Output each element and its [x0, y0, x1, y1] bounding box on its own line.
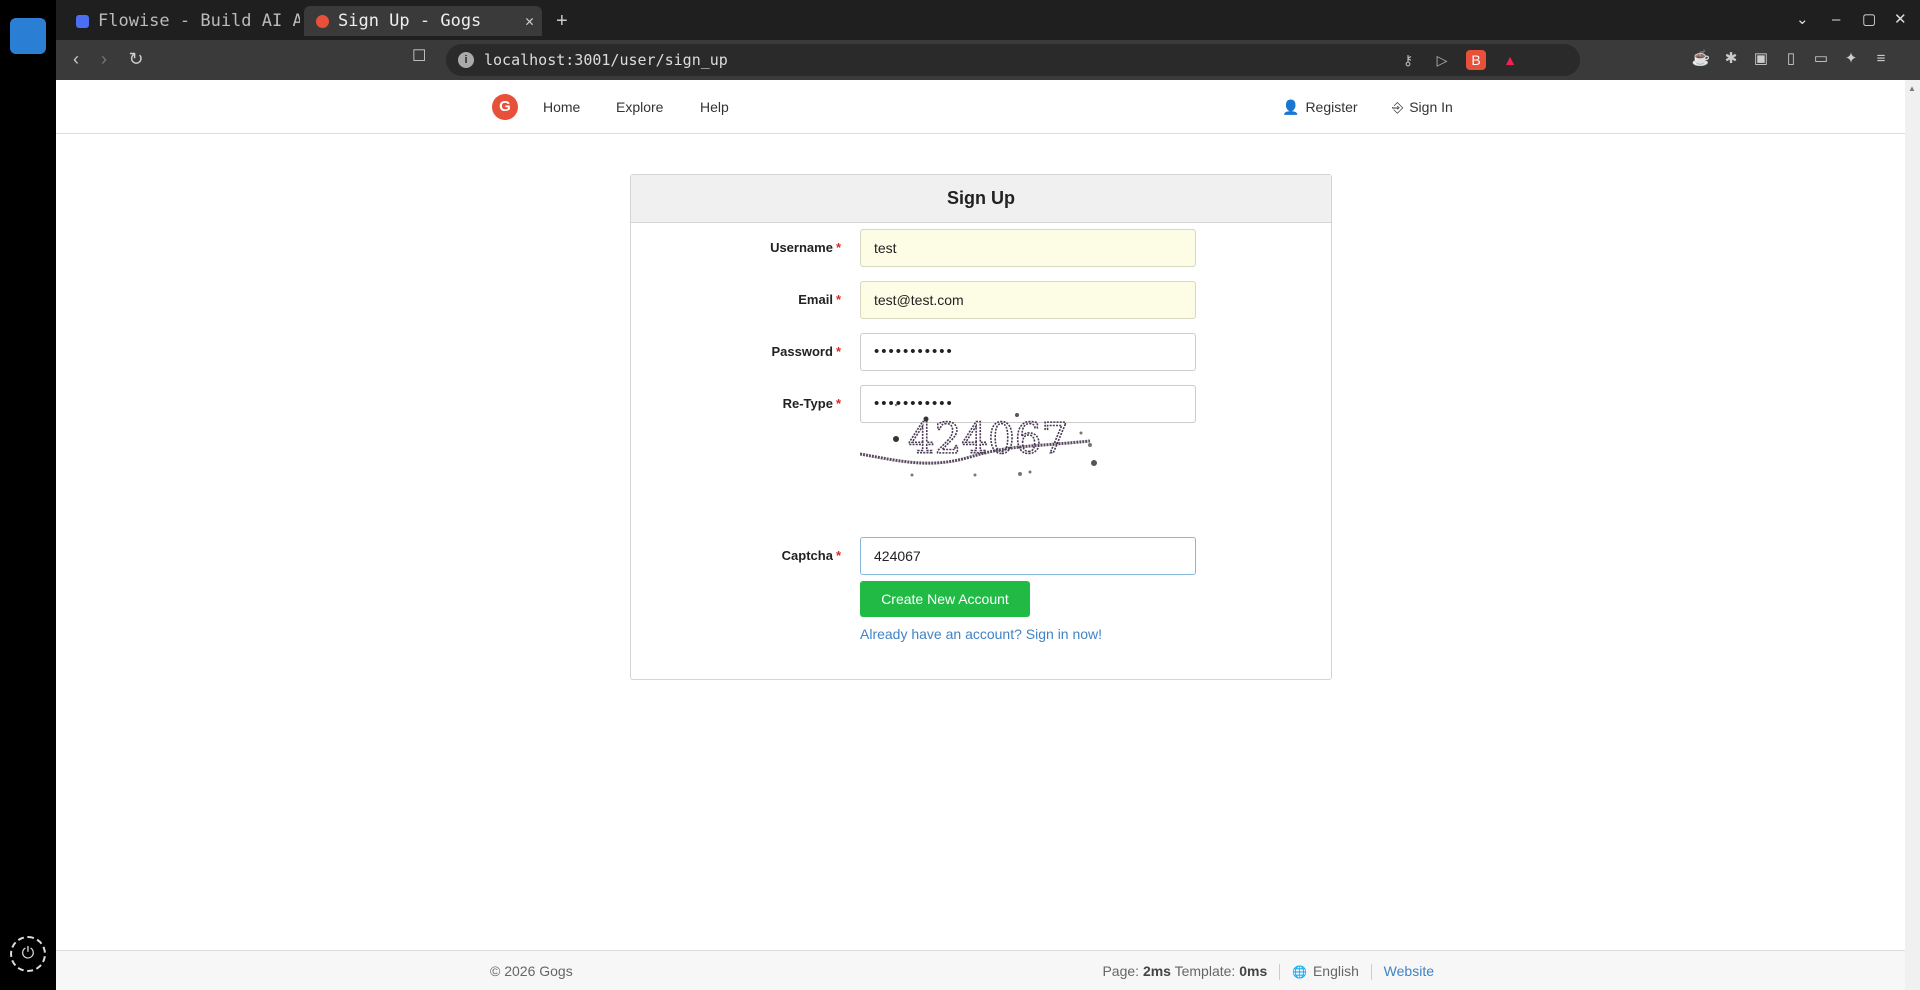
required-mark: * [835, 292, 841, 307]
tabs-menu-icon[interactable]: ⌄ [1796, 6, 1809, 34]
sign-in-label: Sign In [1409, 99, 1453, 115]
required-mark: * [835, 240, 841, 255]
nav-explore[interactable]: Explore [616, 80, 663, 134]
sidebar-icon[interactable]: ▯ [1780, 48, 1802, 70]
user-icon: 👤 [1282, 99, 1300, 115]
key-icon[interactable]: ⚷ [1398, 50, 1418, 70]
site-info-icon[interactable]: i [458, 52, 474, 68]
brave-shield-icon[interactable]: B [1466, 50, 1486, 70]
captcha-text: 424067 [908, 414, 1068, 463]
extensions-puzzle-icon[interactable]: ✱ [1720, 48, 1742, 70]
browser-tab-bar: Flowise - Build AI A Sign Up - Gogs ✕ + … [56, 0, 1920, 40]
required-mark: * [835, 344, 841, 359]
captcha-input[interactable]: 424067 [860, 537, 1196, 575]
required-mark: * [835, 396, 841, 411]
footer-stats: Page: 2ms Template: 0ms 🌐 English Website [1102, 963, 1434, 981]
tab-gogs-signup[interactable]: Sign Up - Gogs ✕ [304, 6, 542, 36]
reload-icon[interactable]: ↻ [122, 45, 150, 73]
template-time-label: Template: [1174, 963, 1236, 979]
minimize-icon[interactable]: – [1832, 6, 1840, 34]
website-link[interactable]: Website [1384, 963, 1434, 979]
forward-icon[interactable]: › [90, 45, 118, 73]
back-icon[interactable]: ‹ [62, 45, 90, 73]
sign-in-link[interactable]: ⎆ Sign In [1392, 80, 1453, 134]
site-header: G Home Explore Help 👤 Register ⎆ Sign In [56, 80, 1905, 134]
leo-ai-icon[interactable]: ✦ [1840, 48, 1862, 70]
address-bar[interactable]: i localhost:3001/user/sign_up ⚷ ▷ B ▲ [446, 44, 1580, 76]
copyright: © 2026 Gogs [490, 963, 573, 979]
url-text[interactable]: localhost:3001/user/sign_up [484, 44, 728, 76]
site-footer: © 2026 Gogs Page: 2ms Template: 0ms 🌐 Eng… [56, 950, 1905, 990]
sign-in-now-link[interactable]: Already have an account? Sign in now! [860, 626, 1102, 642]
register-label: Register [1305, 99, 1358, 115]
wallet-icon[interactable]: ▭ [1810, 48, 1832, 70]
create-account-button[interactable]: Create New Account [860, 581, 1030, 617]
form-title: Sign Up [631, 175, 1331, 223]
browser-toolbar: ‹ › ↻ ☐ i localhost:3001/user/sign_up ⚷ … [56, 40, 1920, 80]
screenshot-icon[interactable]: ▣ [1750, 48, 1772, 70]
email-label: Email * [798, 292, 841, 307]
maximize-icon[interactable]: ▢ [1862, 6, 1876, 34]
password-label: Password * [771, 344, 841, 359]
power-icon[interactable]: ⏻ [10, 936, 46, 972]
captcha-image[interactable]: 424067 [860, 399, 1100, 481]
desktop-dock: ⏻ [0, 0, 56, 990]
kali-dragon-icon[interactable] [10, 18, 46, 54]
tab-title: Sign Up - Gogs [338, 11, 482, 31]
gogs-logo-icon[interactable]: G [492, 94, 518, 120]
extension-cup-icon[interactable]: ☕ [1690, 48, 1712, 70]
divider [1279, 964, 1281, 981]
username-input[interactable]: test [860, 229, 1196, 267]
retype-label: Re-Type * [782, 396, 841, 411]
template-time-value: 0ms [1239, 963, 1268, 979]
nav-help[interactable]: Help [700, 80, 729, 134]
page-time-label: Page: [1102, 963, 1140, 979]
divider [1370, 964, 1372, 981]
gogs-favicon-icon [316, 15, 329, 28]
brave-rewards-icon[interactable]: ▲ [1500, 50, 1520, 70]
page-time-value: 2ms [1142, 963, 1171, 979]
send-icon[interactable]: ▷ [1432, 50, 1452, 70]
sign-in-icon: ⎆ [1392, 99, 1404, 115]
username-label: Username * [770, 240, 841, 255]
page-content: G Home Explore Help 👤 Register ⎆ Sign In S… [56, 80, 1905, 990]
email-input[interactable]: test@test.com [860, 281, 1196, 319]
required-mark: * [835, 548, 841, 563]
bookmark-icon[interactable]: ☐ [412, 46, 426, 66]
new-tab-button[interactable]: + [556, 6, 568, 36]
close-window-icon[interactable]: ✕ [1894, 6, 1907, 34]
scroll-up-icon[interactable]: ▲ [1908, 84, 1916, 93]
language-label: English [1312, 963, 1359, 979]
globe-icon: 🌐 [1292, 965, 1307, 979]
sign-up-form: Sign Up Username * test Email * test@test.… [630, 174, 1332, 680]
tab-title: Flowise - Build AI A [98, 11, 300, 31]
page-scrollbar[interactable]: ▲ [1905, 80, 1920, 990]
captcha-label: Captcha * [781, 548, 841, 563]
register-link[interactable]: 👤 Register [1282, 80, 1358, 134]
password-input[interactable]: ••••••••••• [860, 333, 1196, 371]
nav-home[interactable]: Home [543, 80, 580, 134]
close-tab-icon[interactable]: ✕ [525, 6, 534, 36]
language-selector[interactable]: 🌐 English [1292, 963, 1359, 979]
tab-flowise[interactable]: Flowise - Build AI A [64, 6, 300, 36]
flowise-favicon-icon [76, 15, 89, 28]
menu-icon[interactable]: ≡ [1870, 48, 1892, 70]
